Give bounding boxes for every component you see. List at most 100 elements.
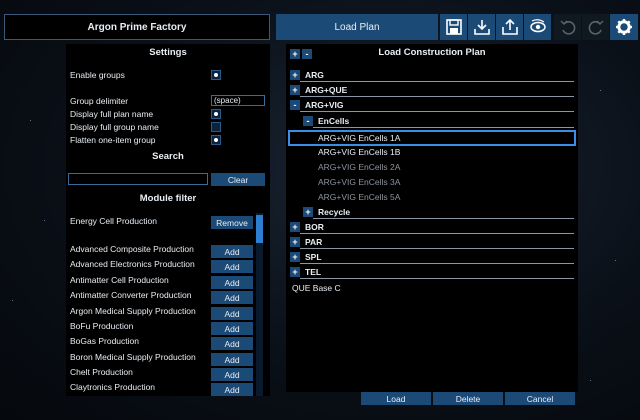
add-filter-button[interactable]: Add — [211, 245, 253, 258]
redo-icon — [588, 20, 603, 35]
list-item: BoFu Production — [70, 321, 134, 331]
tree-group-bor[interactable]: + BOR — [290, 220, 324, 234]
add-filter-button[interactable]: Add — [211, 291, 253, 304]
tree-label: ARG — [305, 70, 324, 80]
add-filter-button[interactable]: Add — [211, 260, 253, 273]
add-filter-button[interactable]: Add — [211, 276, 253, 289]
display-full-group-name-label: Display full group name — [70, 122, 159, 132]
expand-toggle[interactable]: + — [303, 207, 313, 217]
plan-item-encells-1b[interactable]: ARG+VIG EnCells 1B — [318, 145, 400, 159]
add-filter-button[interactable]: Add — [211, 353, 253, 366]
undo-button[interactable] — [554, 14, 581, 40]
tree-label: ARG+QUE — [305, 85, 348, 95]
plan-item-que-base-c[interactable]: QUE Base C — [292, 281, 341, 295]
scrollbar-thumb[interactable] — [256, 215, 263, 243]
flatten-one-item-group-checkbox[interactable] — [211, 135, 221, 145]
share-icon — [501, 18, 518, 35]
tree-label: TEL — [305, 267, 322, 277]
expand-toggle[interactable]: + — [290, 237, 300, 247]
station-title: Argon Prime Factory — [4, 14, 270, 40]
add-filter-button[interactable]: Add — [211, 383, 253, 396]
gear-icon — [616, 19, 632, 35]
enable-groups-label: Enable groups — [70, 70, 125, 80]
add-filter-button[interactable]: Add — [211, 368, 253, 381]
divider — [300, 96, 574, 97]
tree-group-tel[interactable]: + TEL — [290, 265, 321, 279]
collapse-toggle[interactable]: - — [303, 116, 313, 126]
group-delimiter-label: Group delimiter — [70, 96, 129, 106]
display-full-plan-name-label: Display full plan name — [70, 109, 154, 119]
tree-group-arg[interactable]: + ARG — [290, 68, 324, 82]
list-item: BoGas Production — [70, 336, 139, 346]
list-item: Claytronics Production — [70, 382, 156, 392]
load-button[interactable]: Load — [361, 392, 431, 405]
expand-toggle[interactable]: + — [290, 85, 300, 95]
expand-toggle[interactable]: + — [290, 267, 300, 277]
list-item: Advanced Electronics Production — [70, 259, 195, 269]
add-filter-button[interactable]: Add — [211, 307, 253, 320]
plan-item-encells-2a[interactable]: ARG+VIG EnCells 2A — [318, 160, 400, 174]
clear-search-button[interactable]: Clear — [211, 173, 265, 186]
divider — [300, 81, 574, 82]
tree-group-encells[interactable]: - EnCells — [303, 114, 349, 128]
list-item: Argon Medical Supply Production — [70, 306, 196, 316]
module-filter-title: Module filter — [139, 192, 197, 204]
plan-item-encells-1a[interactable]: ARG+VIG EnCells 1A — [318, 131, 400, 145]
module-filter-list: Energy Cell Production Remove Advanced C… — [66, 212, 270, 396]
plan-panel: + - Load Construction Plan + ARG + ARG+Q… — [286, 44, 578, 392]
load-plan-tab[interactable]: Load Plan — [276, 14, 438, 40]
collapse-all-button[interactable]: - — [302, 49, 312, 59]
add-filter-button[interactable]: Add — [211, 337, 253, 350]
tree-label: ARG+VIG — [305, 100, 344, 110]
settings-title: Settings — [149, 46, 187, 58]
module-list-scrollbar[interactable] — [256, 213, 263, 396]
list-item: Advanced Composite Production — [70, 244, 194, 254]
tree-label: EnCells — [318, 116, 350, 126]
enable-groups-checkbox[interactable] — [211, 70, 221, 80]
export-button[interactable] — [496, 14, 523, 40]
divider — [300, 111, 574, 112]
delete-button[interactable]: Delete — [433, 392, 503, 405]
import-button[interactable] — [468, 14, 495, 40]
redo-button[interactable] — [582, 14, 609, 40]
tree-group-arg-vig[interactable]: - ARG+VIG — [290, 98, 344, 112]
search-input[interactable] — [68, 173, 208, 185]
list-item: Chelt Production — [70, 367, 133, 377]
tree-group-recycle[interactable]: + Recycle — [303, 205, 350, 219]
settings-button[interactable] — [610, 14, 638, 40]
remove-filter-button[interactable]: Remove — [211, 216, 253, 229]
display-full-group-name-checkbox[interactable] — [211, 122, 221, 132]
tree-group-spl[interactable]: + SPL — [290, 250, 322, 264]
search-title: Search — [152, 150, 184, 162]
tree-label: Recycle — [318, 207, 351, 217]
preview-icon — [529, 19, 546, 33]
collapse-toggle[interactable]: - — [290, 100, 300, 110]
active-filter-name: Energy Cell Production — [70, 216, 157, 226]
expand-toggle[interactable]: + — [290, 222, 300, 232]
undo-icon — [560, 20, 575, 35]
save-icon — [445, 19, 462, 35]
plan-item-encells-5a[interactable]: ARG+VIG EnCells 5A — [318, 190, 400, 204]
divider — [313, 218, 574, 219]
settings-panel: Settings Enable groups Group delimiter (… — [66, 44, 270, 396]
flatten-one-item-group-label: Flatten one-item group — [70, 135, 156, 145]
divider — [313, 127, 574, 128]
divider — [300, 278, 574, 279]
list-item: Antimatter Cell Production — [70, 275, 169, 285]
tree-group-arg-que[interactable]: + ARG+QUE — [290, 83, 347, 97]
cancel-button[interactable]: Cancel — [505, 392, 575, 405]
tree-group-par[interactable]: + PAR — [290, 235, 322, 249]
tree-label: SPL — [305, 252, 322, 262]
expand-toggle[interactable]: + — [290, 252, 300, 262]
add-filter-button[interactable]: Add — [211, 322, 253, 335]
display-full-plan-name-checkbox[interactable] — [211, 109, 221, 119]
list-item: Boron Medical Supply Production — [70, 352, 196, 362]
preview-button[interactable] — [524, 14, 551, 40]
expand-all-button[interactable]: + — [290, 49, 300, 59]
expand-toggle[interactable]: + — [290, 70, 300, 80]
plan-item-encells-3a[interactable]: ARG+VIG EnCells 3A — [318, 175, 400, 189]
save-button[interactable] — [440, 14, 467, 40]
divider — [300, 263, 574, 264]
plan-title: Load Construction Plan — [378, 46, 486, 58]
group-delimiter-input[interactable]: (space) — [211, 95, 265, 106]
